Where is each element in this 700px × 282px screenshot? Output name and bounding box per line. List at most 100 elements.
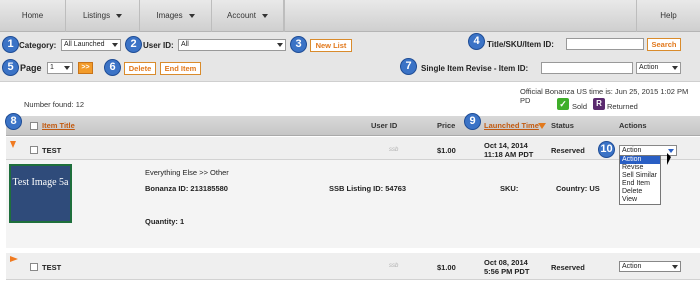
- status-header: Status: [551, 121, 574, 130]
- callout-badge-6: 6: [104, 59, 121, 76]
- row-launched-date: Oct 08, 2014: [484, 258, 528, 267]
- detail-country: Country: US: [556, 184, 600, 193]
- callout-badge-3: 3: [290, 36, 307, 53]
- next-page-button[interactable]: >>: [78, 62, 93, 74]
- legend-returned-label: Returned: [607, 102, 638, 111]
- row-title[interactable]: TEST: [42, 146, 61, 155]
- userid-select[interactable]: All: [178, 39, 286, 51]
- menu-item-action[interactable]: Action: [620, 156, 660, 164]
- callout-badge-2: 2: [125, 36, 142, 53]
- title-sku-input[interactable]: [566, 38, 644, 50]
- row-checkbox[interactable]: [30, 263, 38, 271]
- delete-button[interactable]: Delete: [124, 62, 156, 75]
- row-launched-time: 5:56 PM PDT: [484, 267, 530, 276]
- chevron-down-icon: [672, 265, 678, 269]
- row-status: Reserved: [551, 146, 585, 155]
- actions-header: Actions: [619, 121, 647, 130]
- search-button[interactable]: Search: [647, 38, 681, 51]
- nav-account[interactable]: Account: [212, 0, 284, 32]
- detail-quantity: Quantity: 1: [145, 217, 185, 226]
- row-action-value: Action: [622, 147, 642, 154]
- menu-item-sell-similar[interactable]: Sell Similar: [620, 172, 660, 180]
- menu-item-delete[interactable]: Delete: [620, 188, 660, 196]
- userid-label: User ID:: [143, 41, 174, 50]
- user-id-header: User ID: [371, 121, 398, 130]
- chevron-down-icon: [64, 66, 70, 70]
- single-revise-action-select[interactable]: Action: [636, 62, 681, 74]
- single-revise-action-value: Action: [639, 64, 659, 71]
- launched-time-header[interactable]: Launched Time: [484, 116, 539, 136]
- row-user-id: ssb: [389, 263, 399, 269]
- detail-sku: SKU:: [500, 184, 519, 193]
- chevron-down-icon: [188, 13, 195, 18]
- nav-images-label: Images: [156, 11, 183, 20]
- nav-listings-label: Listings: [82, 11, 111, 20]
- new-list-button[interactable]: New List: [310, 39, 352, 52]
- detail-ssb-listing-id: SSB Listing ID: 54763: [329, 184, 407, 193]
- table-row: TEST ssb $1.00 Oct 14, 2014 11:18 AM PDT…: [6, 137, 700, 160]
- chevron-down-icon: [116, 13, 123, 18]
- nav-home[interactable]: Home: [0, 0, 66, 32]
- callout-badge-4: 4: [468, 33, 485, 50]
- nav-help[interactable]: Help: [636, 0, 700, 32]
- item-thumbnail[interactable]: Test Image 5a: [9, 164, 72, 223]
- returned-icon: R: [593, 98, 605, 110]
- menu-item-end-item[interactable]: End Item: [620, 180, 660, 188]
- top-nav: Home Listings Images Account Help: [0, 0, 700, 32]
- detail-bonanza-id: Bonanza ID: 213185580: [145, 184, 228, 193]
- nav-help-label: Help: [660, 11, 677, 20]
- menu-item-view[interactable]: View: [620, 196, 660, 204]
- chevron-down-icon: [277, 43, 283, 47]
- action-dropdown-menu: Action Revise Sell Similar End Item Dele…: [619, 155, 661, 205]
- number-found: Number found: 12: [24, 100, 85, 109]
- page-select-value: 1: [50, 64, 54, 71]
- callout-badge-5: 5: [2, 59, 19, 76]
- title-sku-label: Title/SKU/Item ID:: [487, 40, 554, 49]
- select-all-checkbox[interactable]: [30, 122, 38, 130]
- end-item-button[interactable]: End Item: [160, 62, 201, 75]
- callout-badge-9: 9: [464, 113, 481, 130]
- row-action-select[interactable]: Action: [619, 261, 681, 272]
- table-header: Item Title User ID Price Launched Time S…: [6, 116, 700, 136]
- single-revise-label: Single Item Revise - Item ID:: [421, 64, 529, 73]
- table-row: TEST ssb $1.00 Oct 08, 2014 5:56 PM PDT …: [6, 253, 700, 280]
- nav-account-label: Account: [227, 11, 256, 20]
- legend-sold-label: Sold: [572, 102, 588, 111]
- chevron-down-icon: [672, 66, 678, 70]
- menu-item-revise[interactable]: Revise: [620, 164, 660, 172]
- row-price: $1.00: [437, 146, 456, 155]
- row-checkbox[interactable]: [30, 146, 38, 154]
- single-revise-input[interactable]: [541, 62, 633, 74]
- chevron-down-icon: [112, 43, 118, 47]
- chevron-down-icon: [261, 13, 268, 18]
- category-select-value: All Launched: [64, 41, 105, 48]
- row-launched-time: 11:18 AM PDT: [484, 150, 534, 159]
- callout-badge-8: 8: [5, 113, 22, 130]
- callout-badge-1: 1: [2, 36, 19, 53]
- page-select[interactable]: 1: [47, 62, 73, 74]
- mouse-cursor-icon: [667, 153, 671, 165]
- row-status: Reserved: [551, 263, 585, 272]
- row-user-id: ssb: [389, 147, 399, 153]
- nav-listings[interactable]: Listings: [66, 0, 140, 32]
- userid-select-value: All: [181, 41, 189, 48]
- row-price: $1.00: [437, 263, 456, 272]
- callout-badge-10: 10: [598, 141, 615, 158]
- row-title[interactable]: TEST: [42, 263, 61, 272]
- nav-images[interactable]: Images: [140, 0, 212, 32]
- flag-icon: [10, 141, 16, 148]
- price-header: Price: [437, 121, 456, 130]
- detail-category-path: Everything Else >> Other: [145, 168, 229, 177]
- row-detail-panel: Test Image 5a Everything Else >> Other B…: [6, 160, 700, 248]
- category-label: Category:: [19, 41, 57, 50]
- sold-icon: ✓: [557, 98, 569, 110]
- callout-badge-7: 7: [400, 58, 417, 75]
- nav-divider: [284, 0, 285, 32]
- item-title-header[interactable]: Item Title: [42, 116, 75, 136]
- nav-home-label: Home: [21, 11, 44, 20]
- sort-desc-icon: [538, 123, 546, 129]
- flag-icon: [10, 256, 18, 262]
- page-label: Page: [20, 63, 42, 73]
- category-select[interactable]: All Launched: [61, 39, 121, 51]
- row-launched-date: Oct 14, 2014: [484, 141, 528, 150]
